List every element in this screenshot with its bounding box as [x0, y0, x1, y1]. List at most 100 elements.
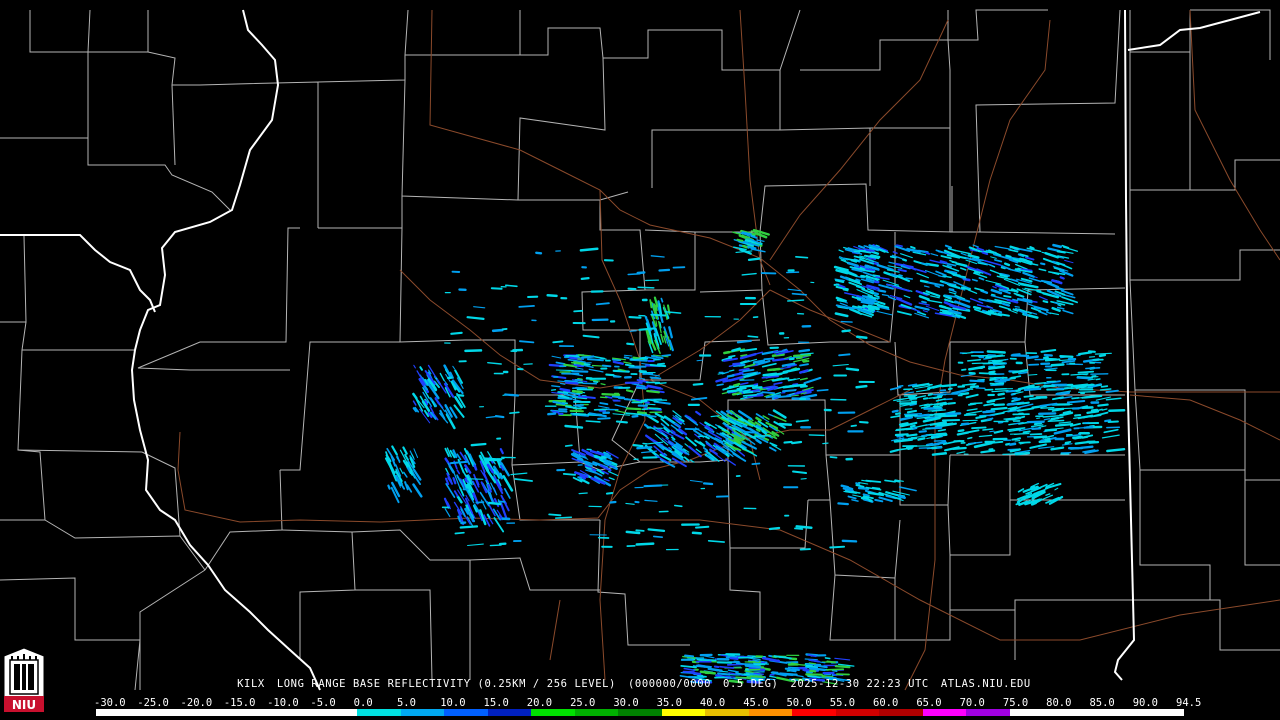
echo-streak — [930, 253, 939, 257]
echo-streak — [588, 368, 604, 373]
echo-streak — [1036, 417, 1041, 419]
echo-streak — [789, 383, 807, 388]
echo-streak — [753, 383, 759, 386]
echo-streak — [623, 356, 630, 359]
echo-streak — [1025, 256, 1035, 261]
county-line — [317, 9, 409, 83]
echo-streak — [1072, 435, 1083, 440]
echo-streak — [903, 394, 918, 397]
echo-streak — [1066, 400, 1086, 404]
echo-streak — [1013, 432, 1030, 435]
county-line — [44, 519, 206, 571]
colorscale-segment — [1053, 709, 1097, 716]
colorscale-labels: -30.0 -25.0 -20.0 -15.0 -10.0 -5.0 0.0 5.0 10.0 1… — [94, 697, 1201, 709]
echo-streak — [951, 260, 957, 264]
echo-streak — [824, 657, 831, 660]
echo-streak — [829, 545, 846, 549]
echo-streak — [991, 293, 996, 296]
echo-streak — [739, 382, 749, 386]
echo-streak — [726, 374, 735, 378]
echo-streak — [646, 389, 661, 394]
echo-streak — [761, 362, 777, 368]
echo-streak — [862, 493, 870, 497]
echo-streak — [743, 391, 754, 394]
echo-streak — [664, 310, 682, 314]
echo-streak — [841, 539, 858, 543]
echo-streak — [751, 386, 763, 389]
echo-streak — [559, 387, 571, 393]
echo-streak — [783, 440, 793, 444]
echo-streak — [782, 367, 801, 374]
echo-streak — [747, 335, 759, 338]
echo-streak — [723, 350, 731, 355]
echo-streak — [1009, 245, 1021, 251]
echo-streak — [1055, 391, 1071, 396]
echo-streak — [972, 305, 982, 310]
county-line — [1190, 159, 1280, 191]
echo-streak — [583, 363, 591, 366]
echo-streak — [628, 316, 642, 319]
county-line — [950, 454, 1011, 500]
echo-streak — [494, 415, 505, 419]
echo-streak — [585, 420, 601, 423]
county-line — [1129, 190, 1280, 281]
echo-streak — [937, 452, 947, 456]
echo-streak — [464, 477, 468, 483]
echo-streak — [1062, 309, 1074, 315]
echo-streak — [1059, 411, 1074, 417]
echo-streak — [966, 408, 978, 412]
colorscale-segment — [96, 709, 140, 716]
echo-streak — [1027, 384, 1034, 388]
echo-streak — [650, 255, 665, 258]
colorscale-segment — [835, 709, 880, 716]
echo-streak — [871, 250, 880, 255]
echo-streak — [391, 445, 398, 456]
echo-streak — [547, 412, 557, 416]
echo-streak — [597, 405, 610, 409]
echo-streak — [772, 357, 790, 362]
county-line — [139, 569, 206, 690]
echo-streak — [750, 248, 766, 253]
product-description: LONG RANGE BASE REFLECTIVITY (0.25KM / 2… — [276, 678, 616, 690]
echo-streak — [593, 380, 599, 383]
echo-streak — [762, 372, 778, 377]
county-line — [829, 574, 895, 641]
echo-streak — [605, 492, 614, 495]
echo-streak — [1044, 358, 1061, 362]
county-line — [517, 57, 629, 201]
echo-streak — [456, 453, 462, 461]
echo-streak — [1074, 414, 1082, 417]
echo-streak — [1059, 354, 1074, 358]
colorscale-tick-label: 35.0 — [656, 697, 682, 709]
echo-streak — [670, 436, 676, 441]
echo-streak — [876, 310, 893, 316]
echo-streak — [593, 408, 608, 411]
echo-streak — [855, 384, 868, 389]
echo-streak — [940, 383, 958, 388]
echo-streak — [1010, 354, 1030, 358]
echo-streak — [795, 674, 804, 678]
colorscale-tick-label: 20.0 — [526, 697, 553, 709]
echo-streak — [753, 434, 772, 438]
echo-streak — [589, 379, 601, 382]
echo-streak — [851, 499, 859, 502]
echo-streak — [971, 278, 978, 282]
echo-streak — [691, 531, 702, 535]
colorscale-segment — [531, 709, 575, 716]
echo-streak — [798, 348, 811, 353]
county-line — [0, 449, 46, 521]
echo-streak — [599, 402, 609, 406]
echo-streak — [702, 482, 714, 486]
echo-streak — [998, 305, 1012, 311]
echo-streak — [1101, 434, 1120, 439]
echo-streak — [907, 447, 913, 451]
echo-streak — [732, 382, 741, 387]
echo-streak — [909, 424, 916, 428]
echo-streak — [503, 488, 511, 499]
county-line — [87, 138, 231, 211]
echo-streak — [637, 286, 655, 289]
colorscale-segment — [879, 709, 923, 716]
echo-streak — [1040, 406, 1055, 409]
logo-text: NIU — [12, 698, 36, 712]
echo-streak — [1053, 428, 1072, 435]
